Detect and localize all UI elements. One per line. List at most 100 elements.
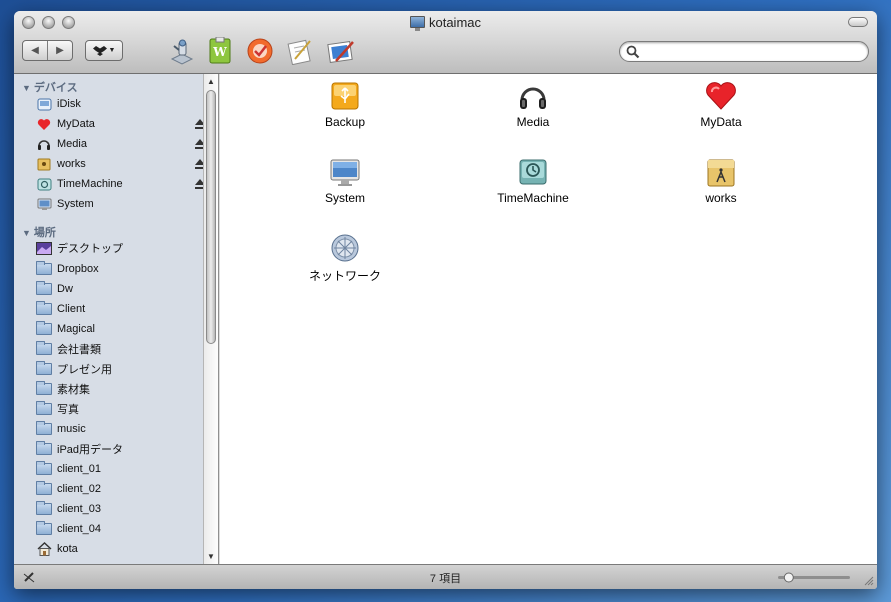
sidebar-item-label: Client — [57, 303, 86, 315]
scroll-down-icon[interactable]: ▼ — [207, 552, 215, 561]
disclosure-triangle-icon[interactable]: ▼ — [22, 228, 31, 238]
sidebar-item-label: Magical — [57, 323, 95, 335]
file-item-mydata[interactable]: MyData — [661, 80, 781, 129]
timemachine-icon — [517, 156, 549, 188]
file-item-works[interactable]: works — [661, 156, 781, 205]
sidebar-item-folder[interactable]: Client — [36, 300, 206, 318]
file-item-backup[interactable]: Backup — [285, 80, 405, 129]
icon-size-slider[interactable] — [774, 571, 854, 583]
forward-button[interactable]: ▶ — [47, 41, 72, 60]
sidebar-item-folder[interactable]: client_02 — [36, 480, 206, 498]
heart-drive-icon — [36, 117, 52, 131]
sidebar-item-label: プレゼン用 — [57, 364, 112, 376]
sidebar-item-folder[interactable]: 写真 — [36, 400, 206, 418]
automator-icon — [170, 39, 194, 65]
sidebar-item-system[interactable]: System — [36, 195, 206, 213]
sidebar-item-folder[interactable]: music — [36, 420, 206, 438]
search-input[interactable] — [644, 44, 859, 59]
works-drive-icon — [705, 156, 737, 188]
forward-arrow-icon: ▶ — [56, 45, 64, 56]
file-item-system[interactable]: System — [285, 156, 405, 205]
item-count: 7 項目 — [429, 573, 462, 585]
folder-icon — [36, 521, 52, 535]
sidebar-item-label: iPad用データ — [57, 444, 124, 456]
sidebar-item-folder[interactable]: プレゼン用 — [36, 360, 206, 378]
sidebar-item-folder[interactable]: client_03 — [36, 500, 206, 518]
headphones-icon — [517, 80, 549, 112]
folder-icon — [36, 481, 52, 495]
sidebar-item-folder[interactable]: 素材集 — [36, 380, 206, 398]
imac-icon — [329, 156, 361, 188]
sidebar-scroll-thumb[interactable] — [206, 90, 216, 344]
sidebar-item-home[interactable]: kota — [36, 540, 206, 558]
window-title: kotaimac — [428, 15, 482, 30]
sidebar-item-works[interactable]: works — [36, 155, 206, 173]
text-wrangler-icon: W — [209, 37, 231, 64]
sidebar-item-label: kota — [57, 543, 78, 555]
sidebar-item-label: 写真 — [57, 404, 79, 416]
sidebar-item-folder[interactable]: client_04 — [36, 520, 206, 538]
desktop-icon — [36, 241, 52, 255]
places-section-header[interactable]: ▼ 場所 — [22, 224, 56, 240]
sidebar: ▼ デバイス iDisk MyData Media works TimeMach… — [14, 74, 219, 564]
sidebar-item-folder[interactable]: Dw — [36, 280, 206, 298]
sidebar-item-label: 会社書類 — [57, 344, 101, 356]
sidebar-item-label: 素材集 — [57, 384, 90, 396]
folder-icon — [36, 361, 52, 375]
folder-icon — [36, 501, 52, 515]
imac-icon — [409, 16, 425, 31]
sidebar-item-label: music — [57, 423, 86, 435]
sidebar-item-folder[interactable]: 会社書類 — [36, 340, 206, 358]
sidebar-item-idisk[interactable]: iDisk — [36, 95, 206, 113]
text-wrangler-app-button[interactable]: W — [205, 36, 235, 66]
textedit-app-button[interactable] — [285, 36, 315, 66]
preview-app-button[interactable] — [326, 36, 356, 66]
title-bar[interactable]: kotaimac ◀ ▶ ▼ W — [14, 11, 877, 74]
heart-drive-icon — [705, 80, 737, 112]
sidebar-item-mydata[interactable]: MyData — [36, 115, 206, 133]
folder-icon — [36, 381, 52, 395]
network-globe-icon — [329, 232, 361, 264]
back-arrow-icon: ◀ — [31, 45, 39, 56]
file-item-network[interactable]: ネットワーク — [285, 232, 405, 284]
home-icon — [36, 542, 52, 556]
resize-grip-icon[interactable] — [862, 574, 874, 586]
folder-icon — [36, 401, 52, 415]
todo-app-button[interactable] — [245, 36, 275, 66]
status-bar: 7 項目 — [14, 564, 877, 589]
sidebar-item-label: System — [57, 198, 94, 210]
sidebar-item-folder[interactable]: Magical — [36, 320, 206, 338]
places-header-label: 場所 — [33, 227, 56, 239]
file-item-label: Media — [516, 115, 550, 129]
finder-window: kotaimac ◀ ▶ ▼ W ▼ デバイス iDisk MyData Med… — [14, 11, 877, 589]
preview-icon — [327, 40, 354, 64]
sidebar-item-folder[interactable]: client_01 — [36, 460, 206, 478]
file-item-timemachine[interactable]: TimeMachine — [473, 156, 593, 205]
folder-icon — [36, 341, 52, 355]
sidebar-item-label: TimeMachine — [57, 178, 123, 190]
sidebar-item-label: client_01 — [57, 463, 102, 475]
sidebar-item-folder[interactable]: Dropbox — [36, 260, 206, 278]
sidebar-item-media[interactable]: Media — [36, 135, 206, 153]
sidebar-item-desktop[interactable]: デスクトップ — [36, 239, 206, 257]
folder-icon — [36, 261, 52, 275]
toolbar-toggle-button[interactable] — [848, 17, 868, 27]
sidebar-item-label: Dw — [57, 283, 73, 295]
file-view: Backup Media MyData System TimeMachine w… — [220, 74, 877, 564]
file-item-media[interactable]: Media — [473, 80, 593, 129]
sidebar-scrollbar[interactable]: ▲ ▼ — [203, 74, 218, 564]
folder-icon — [36, 441, 52, 455]
todo-icon — [247, 38, 273, 64]
devices-section-header[interactable]: ▼ デバイス — [22, 79, 78, 95]
disclosure-triangle-icon[interactable]: ▼ — [22, 83, 31, 93]
scroll-up-icon[interactable]: ▲ — [207, 77, 215, 86]
sidebar-item-folder[interactable]: iPad用データ — [36, 440, 206, 458]
usb-drive-icon — [329, 80, 361, 112]
search-field[interactable] — [619, 41, 869, 62]
dropbox-action-button[interactable]: ▼ — [85, 40, 123, 61]
idisk-icon — [36, 97, 52, 111]
automator-app-button[interactable] — [167, 36, 197, 66]
back-button[interactable]: ◀ — [23, 41, 47, 60]
sidebar-item-timemachine[interactable]: TimeMachine — [36, 175, 206, 193]
sidebar-item-label: デスクトップ — [57, 243, 123, 255]
